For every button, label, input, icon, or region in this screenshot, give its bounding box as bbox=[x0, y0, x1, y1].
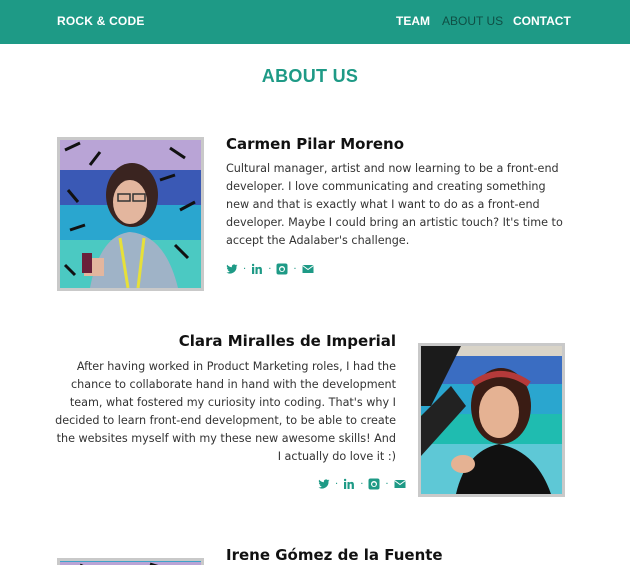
bio-line: decided to learn front-end development, … bbox=[55, 414, 396, 427]
member-name: Clara Miralles de Imperial bbox=[178, 332, 396, 350]
separator-dot: · bbox=[360, 479, 364, 490]
member-name: Carmen Pilar Moreno bbox=[226, 135, 405, 153]
brand-logo[interactable]: ROCK & CODE bbox=[57, 14, 145, 28]
bio-line: new and that is exactly what I want to d… bbox=[226, 198, 540, 211]
bio-line: I actually do love it :) bbox=[277, 450, 396, 463]
member-bio: Cultural manager, artist and now learnin… bbox=[226, 160, 566, 250]
github-icon[interactable] bbox=[368, 478, 380, 493]
bio-line: the websites myself with my these new aw… bbox=[56, 432, 396, 445]
photo-image bbox=[60, 140, 201, 288]
bio-line: team, what fostered my curiosity into co… bbox=[69, 396, 396, 409]
twitter-icon[interactable] bbox=[226, 263, 238, 278]
nav-link-contact[interactable]: CONTACT bbox=[513, 14, 571, 28]
social-links: · · · bbox=[226, 263, 314, 278]
separator-dot: · bbox=[243, 264, 247, 275]
twitter-icon[interactable] bbox=[318, 478, 330, 493]
bio-line: chance to collaborate hand in hand with … bbox=[70, 378, 396, 391]
separator-dot: · bbox=[268, 264, 272, 275]
email-icon[interactable] bbox=[393, 478, 406, 493]
top-navbar: ROCK & CODE TEAM ABOUT US CONTACT bbox=[0, 0, 630, 44]
nav-link-team[interactable]: TEAM bbox=[396, 14, 430, 28]
github-icon[interactable] bbox=[276, 263, 288, 278]
nav-link-about-us[interactable]: ABOUT US bbox=[442, 14, 503, 28]
member-photo-irene bbox=[57, 558, 204, 565]
page-title: ABOUT US bbox=[261, 66, 359, 86]
member-name: Irene Gómez de la Fuente bbox=[226, 546, 443, 564]
separator-dot: · bbox=[335, 479, 339, 490]
bio-line: developer. Maybe I could bring an artist… bbox=[226, 216, 563, 229]
email-icon[interactable] bbox=[301, 263, 314, 278]
linkedin-icon[interactable] bbox=[251, 263, 263, 278]
member-photo-carmen bbox=[57, 137, 204, 291]
bio-line: accept the Adalaber's challenge. bbox=[226, 234, 410, 247]
bio-line: developer. I love communicating and crea… bbox=[226, 180, 546, 193]
linkedin-icon[interactable] bbox=[343, 478, 355, 493]
separator-dot: · bbox=[385, 479, 389, 490]
photo-image bbox=[421, 346, 562, 494]
member-photo-clara bbox=[418, 343, 565, 497]
bio-line: Cultural manager, artist and now learnin… bbox=[226, 162, 559, 175]
bio-line: After having worked in Product Marketing… bbox=[76, 360, 396, 373]
social-links: · · · bbox=[318, 478, 406, 493]
separator-dot: · bbox=[293, 264, 297, 275]
member-bio: After having worked in Product Marketing… bbox=[46, 358, 396, 466]
